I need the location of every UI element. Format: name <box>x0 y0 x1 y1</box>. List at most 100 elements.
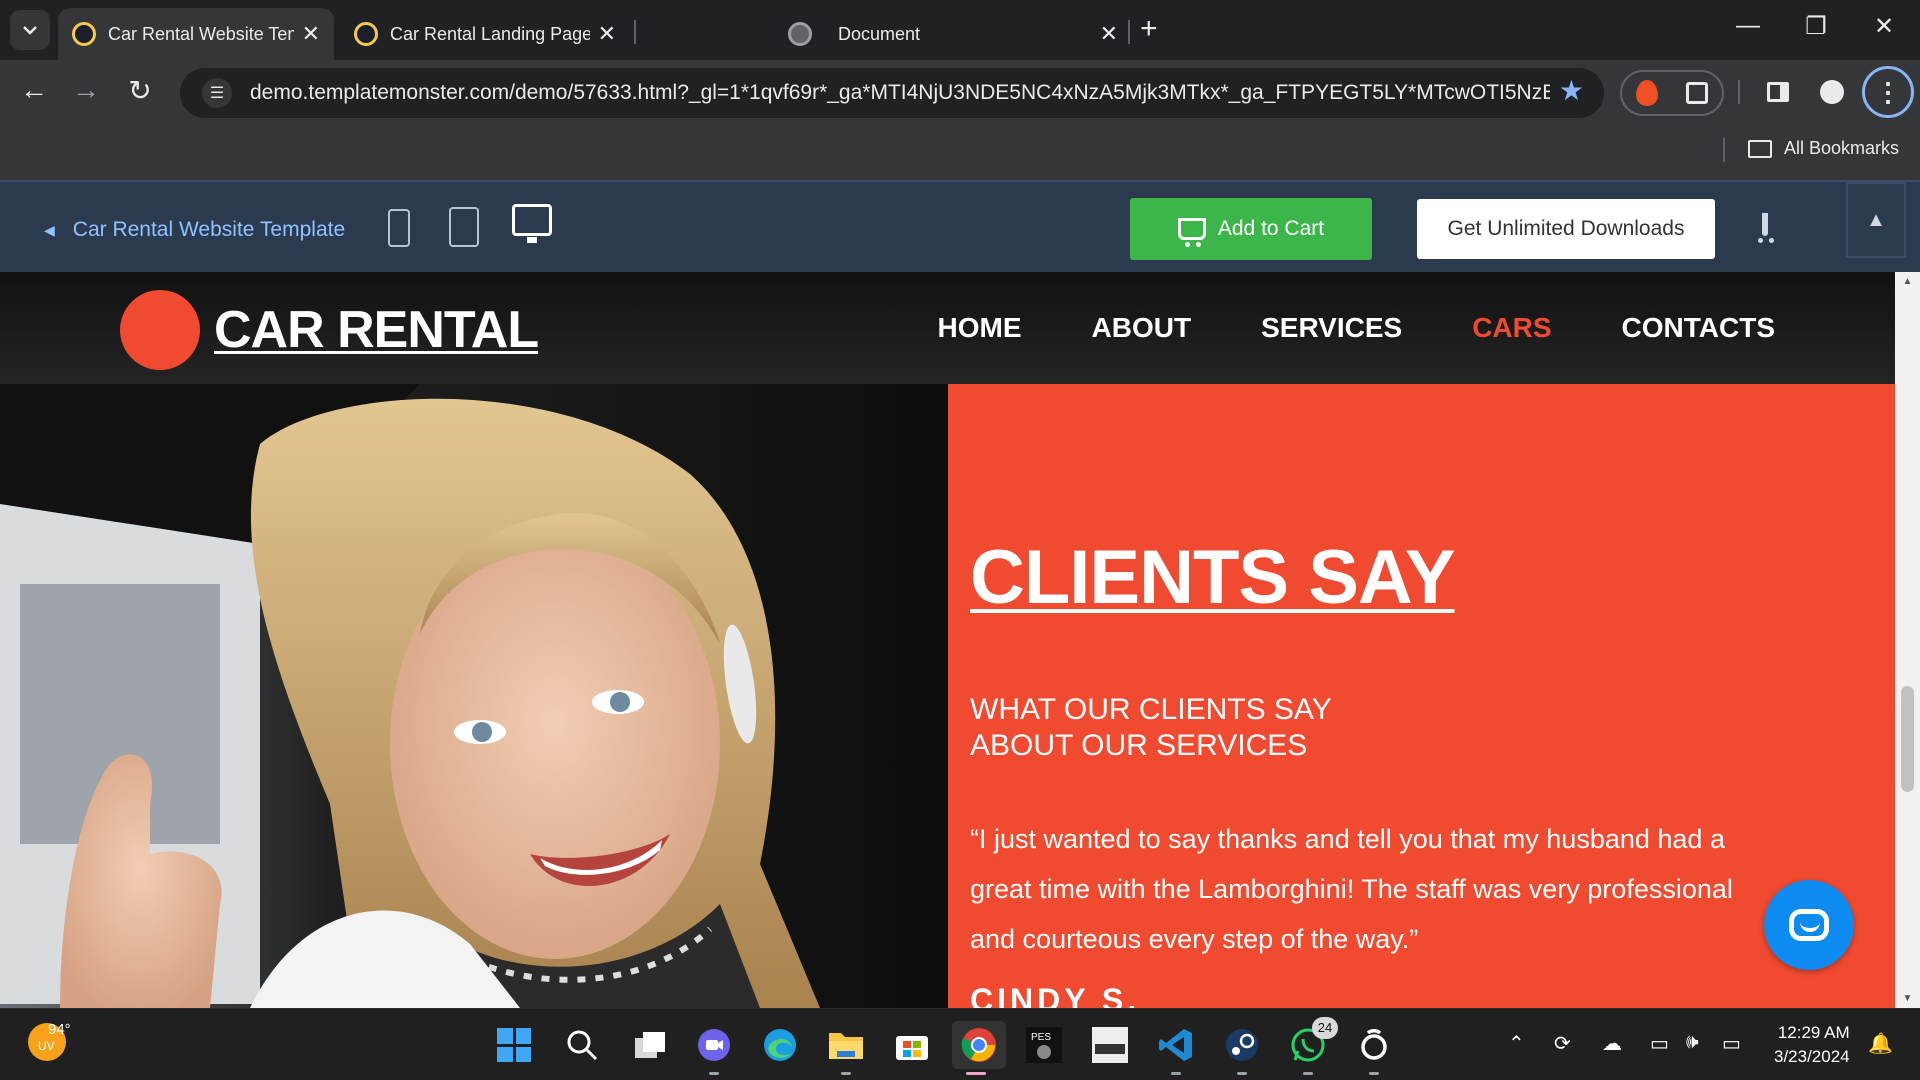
more-menu-icon[interactable]: ⋮ <box>1862 66 1914 118</box>
edge-icon <box>764 1029 796 1061</box>
template-demo-bar: ◀ Car Rental Website Template Add to Car… <box>0 180 1920 272</box>
nav-contacts[interactable]: CONTACTS <box>1622 312 1775 344</box>
templatemonster-icon <box>72 22 96 46</box>
puzzle-extensions-icon[interactable] <box>1686 82 1708 104</box>
add-to-cart-button[interactable]: Add to Cart <box>1130 198 1372 260</box>
pes-app[interactable]: PES <box>1020 1021 1068 1069</box>
nav-about[interactable]: ABOUT <box>1092 312 1192 344</box>
clock-date: 3/23/2024 <box>1774 1047 1850 1066</box>
whatsapp-app[interactable]: 24 <box>1284 1017 1338 1075</box>
pes-icon: PES <box>1026 1027 1062 1063</box>
site-settings-icon[interactable]: ☰ <box>202 78 232 108</box>
nav-home[interactable]: HOME <box>938 312 1022 344</box>
meet-icon <box>698 1029 730 1061</box>
folder-icon <box>829 1033 863 1059</box>
bookmark-star-icon[interactable]: ★ <box>1559 74 1584 107</box>
store-icon <box>896 1036 928 1060</box>
ring-app[interactable] <box>1350 1021 1398 1075</box>
meet-app[interactable] <box>690 1021 738 1075</box>
nav-cars[interactable]: CARS <box>1472 312 1551 344</box>
mobile-view-icon[interactable] <box>388 209 410 247</box>
tab-car-rental-website[interactable]: Car Rental Website Template#5 ✕ <box>58 8 334 60</box>
close-icon[interactable]: ✕ <box>302 21 320 47</box>
close-icon[interactable]: ✕ <box>598 21 616 47</box>
shopping-cart-icon[interactable] <box>1762 213 1768 236</box>
network-icon[interactable]: ▭ <box>1650 1031 1669 1056</box>
fire-extension-icon[interactable] <box>1636 80 1658 106</box>
page-scrollbar[interactable]: ▲ ▼ <box>1895 272 1920 1008</box>
weather-temperature: 94° <box>48 1021 71 1038</box>
scroll-up-icon[interactable]: ▲ <box>1895 276 1920 287</box>
toolbar-separator <box>1738 80 1740 104</box>
start-button[interactable] <box>490 1021 538 1069</box>
caret-up-icon: ▲ <box>1866 208 1886 231</box>
task-view-icon <box>635 1032 665 1058</box>
cart-icon <box>1177 218 1206 247</box>
address-bar[interactable]: ☰ demo.templatemonster.com/demo/57633.ht… <box>180 68 1604 118</box>
vscode-app[interactable] <box>1152 1021 1200 1075</box>
tab-search-button[interactable] <box>10 10 50 50</box>
tab-car-rental-landing[interactable]: Car Rental Landing Page Templa ✕ <box>340 8 630 60</box>
scroll-down-icon[interactable]: ▼ <box>1895 993 1920 1004</box>
new-tab-button[interactable]: + <box>1140 12 1158 46</box>
tab-title: Car Rental Website Template#5 <box>108 23 294 44</box>
reload-icon[interactable]: ↻ <box>122 74 158 107</box>
sync-icon[interactable]: ⟳ <box>1554 1031 1571 1056</box>
store-app[interactable] <box>888 1021 936 1069</box>
all-bookmarks-button[interactable]: All Bookmarks <box>1748 138 1899 159</box>
side-panel-icon[interactable] <box>1762 76 1794 108</box>
back-to-template-link[interactable]: ◀ Car Rental Website Template <box>44 218 345 242</box>
tab-document[interactable]: Document ✕ <box>772 8 1132 60</box>
steam-app[interactable] <box>1218 1021 1266 1075</box>
tab-separator <box>1128 20 1130 44</box>
collapse-bar-button[interactable]: ▲ <box>1846 182 1906 258</box>
extensions-group <box>1620 70 1724 116</box>
windows-icon <box>497 1028 531 1062</box>
get-unlimited-downloads-button[interactable]: Get Unlimited Downloads <box>1417 199 1715 259</box>
notification-bell-icon[interactable]: 🔔 <box>1868 1031 1893 1056</box>
forward-arrow-icon[interactable]: → <box>68 74 104 106</box>
edge-app[interactable] <box>756 1021 804 1069</box>
fifa-app[interactable] <box>1086 1021 1134 1069</box>
url-text[interactable]: demo.templatemonster.com/demo/57633.html… <box>250 81 1550 105</box>
taskbar-search-button[interactable] <box>558 1021 606 1069</box>
chrome-app[interactable] <box>952 1021 1006 1075</box>
volume-icon[interactable]: 🕪 <box>1686 1031 1699 1054</box>
browser-tab-bar: Car Rental Website Template#5 ✕ Car Rent… <box>0 0 1920 60</box>
fifa-icon <box>1092 1027 1128 1063</box>
close-window-icon[interactable]: ✕ <box>1864 12 1904 41</box>
clients-say-heading: CLIENTS SAY <box>970 535 1456 620</box>
back-to-template-label: Car Rental Website Template <box>72 218 346 241</box>
clock-time: 12:29 AM <box>1777 1023 1850 1042</box>
battery-icon[interactable]: ▭ <box>1722 1031 1741 1056</box>
chevron-down-icon <box>23 26 37 35</box>
notification-badge: 24 <box>1312 1017 1338 1039</box>
restore-icon[interactable]: ❐ <box>1796 12 1836 41</box>
profile-icon[interactable] <box>1816 76 1848 108</box>
vscode-icon <box>1159 1029 1192 1061</box>
show-hidden-icons-icon[interactable]: ⌃ <box>1508 1031 1525 1056</box>
close-icon[interactable]: ✕ <box>1100 21 1118 47</box>
bookmarks-separator <box>1723 138 1725 162</box>
back-arrow-icon[interactable]: ← <box>16 74 52 106</box>
site-nav: HOME ABOUT SERVICES CARS CONTACTS <box>938 312 1775 344</box>
caret-left-icon: ◀ <box>44 221 55 238</box>
cloud-icon[interactable]: ☁ <box>1602 1031 1622 1056</box>
search-icon <box>567 1030 598 1061</box>
task-view-button[interactable] <box>626 1021 674 1069</box>
steam-icon <box>1226 1029 1258 1061</box>
live-chat-button[interactable] <box>1764 880 1854 970</box>
clients-say-section: CLIENTS SAY WHAT OUR CLIENTS SAY ABOUT O… <box>948 384 1895 1008</box>
system-clock[interactable]: 12:29 AM 3/23/2024 <box>1774 1021 1850 1069</box>
file-explorer-app[interactable] <box>822 1021 870 1075</box>
templatemonster-icon <box>354 22 378 46</box>
nav-services[interactable]: SERVICES <box>1261 312 1402 344</box>
scrollbar-thumb[interactable] <box>1901 686 1914 792</box>
testimonial-author: CINDY S. <box>970 982 1141 1008</box>
globe-icon <box>788 22 812 46</box>
tablet-view-icon[interactable] <box>449 207 479 247</box>
desktop-view-icon[interactable] <box>512 204 552 243</box>
bookmarks-bar: All Bookmarks <box>0 124 1920 180</box>
site-logo[interactable]: CAR RENTAL <box>120 290 539 370</box>
minimize-icon[interactable]: — <box>1728 12 1768 40</box>
